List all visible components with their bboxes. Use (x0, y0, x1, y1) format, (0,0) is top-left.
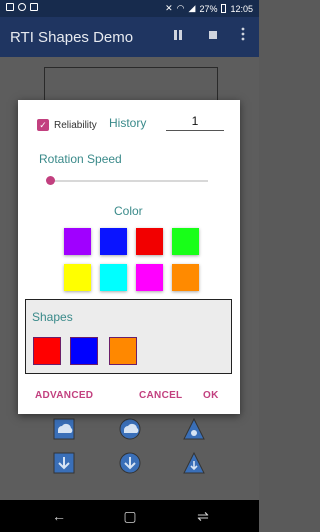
cloud-download-icon (183, 418, 205, 440)
download-icon (183, 452, 205, 474)
color-swatch[interactable] (64, 264, 91, 291)
back-arrow-icon: ← (52, 508, 66, 524)
pause-icon (174, 30, 182, 40)
slider-thumb[interactable] (46, 176, 55, 185)
advanced-button[interactable]: ADVANCED (35, 390, 93, 401)
color-swatch[interactable] (136, 228, 163, 255)
shape-swatch[interactable] (70, 337, 98, 365)
ok-button[interactable]: OK (203, 390, 219, 401)
battery-icon (221, 4, 227, 13)
history-input[interactable] (166, 112, 224, 131)
color-swatch[interactable] (172, 264, 199, 291)
notification-icon (30, 3, 38, 11)
nav-bar: ← ▢ ⇌ (0, 500, 259, 532)
status-left-icons (6, 3, 38, 11)
pause-button[interactable] (168, 27, 188, 47)
sync-icon (18, 3, 26, 11)
color-swatch[interactable] (172, 228, 199, 255)
app-bar: RTI Shapes Demo (0, 17, 259, 57)
download-icon (119, 452, 141, 474)
back-button[interactable]: ← (49, 506, 69, 526)
color-swatch[interactable] (100, 264, 127, 291)
battery-percent: 27% (199, 3, 218, 14)
home-button[interactable]: ▢ (120, 506, 140, 526)
shape-swatch[interactable] (109, 337, 137, 365)
rotation-speed-slider[interactable] (52, 180, 208, 182)
clock: 12:05 (230, 3, 253, 14)
color-label: Color (114, 204, 143, 218)
color-swatch[interactable] (136, 264, 163, 291)
stop-icon (209, 31, 217, 39)
rotation-speed-label: Rotation Speed (39, 152, 122, 166)
wifi-icon: ◠ (176, 3, 185, 13)
cancel-button[interactable]: CANCEL (139, 390, 182, 401)
home-square-icon: ▢ (123, 508, 137, 524)
color-swatch[interactable] (64, 228, 91, 255)
more-options-button[interactable] (233, 27, 253, 47)
cloud-download-icon (53, 418, 75, 440)
reliability-checkbox[interactable]: ✓ (37, 119, 49, 131)
stop-button[interactable] (203, 27, 223, 47)
image-icon (6, 3, 14, 11)
app-title: RTI Shapes Demo (10, 29, 134, 46)
reliability-label: Reliability (54, 120, 97, 131)
shape-swatch[interactable] (33, 337, 61, 365)
shapes-label: Shapes (32, 310, 73, 324)
shapes-section: Shapes (25, 299, 232, 374)
signal-icon: ◢ (188, 3, 196, 13)
recents-icon: ⇌ (197, 508, 209, 524)
status-right-icons: ✕ ◠ ◢ 27% 12:05 (165, 3, 253, 14)
history-label: History (109, 116, 147, 130)
download-icon (53, 452, 75, 474)
color-swatch[interactable] (100, 228, 127, 255)
mute-icon: ✕ (165, 3, 173, 13)
check-icon: ✓ (39, 120, 47, 130)
settings-dialog: ✓ Reliability History Rotation Speed Col… (18, 100, 240, 414)
status-bar: ✕ ◠ ◢ 27% 12:05 (0, 0, 259, 17)
more-vert-icon (241, 27, 245, 41)
recents-button[interactable]: ⇌ (193, 506, 213, 526)
cloud-download-icon (119, 418, 141, 440)
